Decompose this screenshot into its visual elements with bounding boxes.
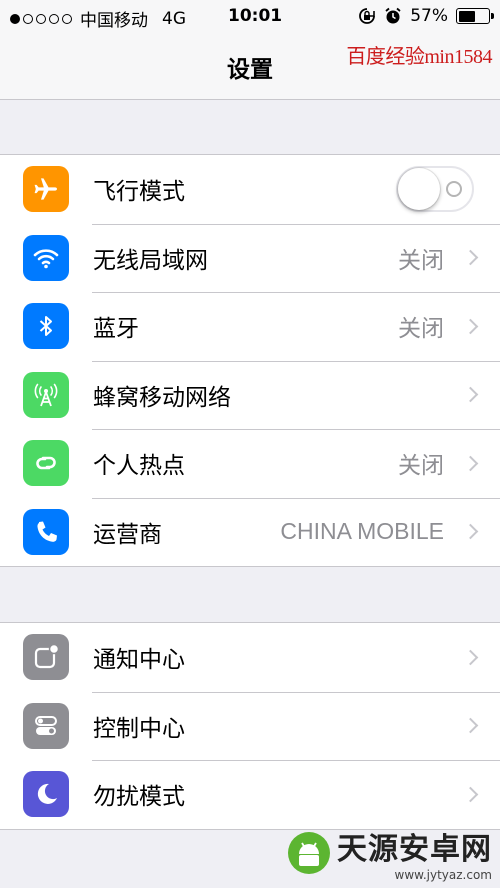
settings-row-control-center[interactable]: 控制中心 — [0, 691, 500, 761]
settings-row-label: 通知中心 — [93, 647, 185, 674]
airplane-mode-toggle[interactable] — [396, 166, 474, 213]
settings-row-airplane-mode: 飞行模式 — [0, 155, 500, 224]
network-type: 4G — [162, 8, 186, 29]
clock: 10:01 — [228, 6, 283, 26]
settings-row-wifi[interactable]: 无线局域网 关闭 — [0, 223, 500, 293]
signal-dot — [23, 13, 33, 24]
status-right: 57% — [358, 6, 494, 26]
settings-row-label: 蓝牙 — [93, 316, 139, 343]
settings-row-notification-center[interactable]: 通知中心 — [0, 623, 500, 692]
cellular-icon — [23, 371, 69, 418]
toggle-knob — [398, 168, 440, 211]
settings-row-personal-hotspot[interactable]: 个人热点 关闭 — [0, 429, 500, 498]
signal-dot — [10, 13, 20, 24]
chevron-right-icon — [462, 786, 479, 803]
carrier-name: 中国移动 — [80, 11, 148, 31]
moon-icon — [23, 771, 69, 817]
notification-center-icon — [23, 634, 69, 680]
signal-dot — [49, 13, 59, 24]
site-logo-name: 天源安卓网 — [337, 832, 492, 867]
settings-row-label: 蜂窝移动网络 — [93, 384, 231, 411]
watermark: 百度经验min1584 — [346, 46, 492, 68]
signal-dot — [62, 13, 72, 24]
settings-row-label: 飞行模式 — [93, 179, 185, 206]
chevron-right-icon — [462, 249, 479, 266]
settings-row-label: 运营商 — [93, 521, 162, 548]
battery-percent: 57% — [410, 6, 448, 26]
settings-row-label: 控制中心 — [93, 715, 185, 742]
status-bar: 中国移动 4G 10:01 57% — [0, 0, 500, 36]
battery-fill — [458, 10, 476, 22]
chevron-right-icon — [462, 386, 479, 403]
chevron-right-icon — [462, 717, 479, 734]
site-logo: 天源安卓网 www.jytyaz.com — [287, 824, 492, 882]
settings-row-carrier[interactable]: 运营商 CHINA MOBILE — [0, 497, 500, 567]
site-logo-url: www.jytyaz.com — [394, 868, 493, 882]
chevron-right-icon — [462, 649, 479, 666]
settings-group-system: 通知中心 控制中心 勿扰模式 — [0, 622, 500, 830]
status-left: 中国移动 4G — [10, 6, 186, 31]
toggle-off-indicator — [446, 181, 462, 198]
chevron-right-icon — [462, 318, 479, 335]
bluetooth-icon — [23, 303, 69, 349]
hotspot-icon — [23, 440, 69, 486]
signal-dot — [36, 13, 46, 24]
settings-row-label: 勿扰模式 — [93, 784, 185, 811]
settings-row-do-not-disturb[interactable]: 勿扰模式 — [0, 760, 500, 829]
control-center-icon — [23, 702, 69, 749]
settings-row-value: 关闭 — [398, 453, 444, 480]
signal-strength-icon — [10, 13, 72, 24]
android-logo-icon — [288, 832, 330, 874]
settings-row-value: 关闭 — [398, 316, 444, 343]
settings-row-value: 关闭 — [398, 247, 444, 274]
navigation-bar: 设置 百度经验min1584 — [0, 36, 500, 100]
settings-row-value: CHINA MOBILE — [280, 518, 444, 545]
settings-row-bluetooth[interactable]: 蓝牙 关闭 — [0, 292, 500, 361]
wifi-icon — [23, 234, 69, 281]
alarm-icon — [385, 7, 401, 24]
settings-group-connectivity: 飞行模式 无线局域网 关闭 蓝牙 关闭 蜂窝移动网络 个人热点 关闭 运营商 C… — [0, 154, 500, 567]
settings-row-label: 无线局域网 — [93, 247, 208, 274]
chevron-right-icon — [462, 455, 479, 472]
settings-row-label: 个人热点 — [93, 453, 185, 480]
site-logo-text: 天源安卓网 www.jytyaz.com — [337, 824, 492, 882]
battery-icon — [456, 8, 494, 24]
airplane-icon — [23, 166, 69, 212]
chevron-right-icon — [462, 523, 479, 540]
phone-icon — [23, 508, 69, 555]
rotation-lock-icon — [359, 8, 376, 24]
settings-row-cellular[interactable]: 蜂窝移动网络 — [0, 360, 500, 430]
